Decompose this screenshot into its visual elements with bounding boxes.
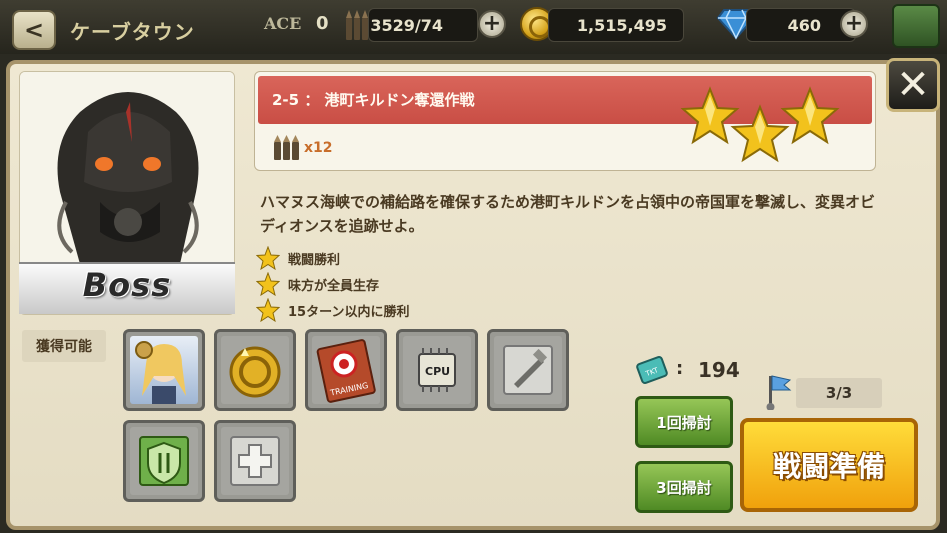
condition-text: 味方が全員生存 <box>288 278 380 294</box>
close-button[interactable]: ✕ <box>886 58 940 112</box>
boss-label: Boss <box>82 266 172 304</box>
ace-value: 0 <box>316 13 329 34</box>
condition-text: 15ターン以内に勝利 <box>288 304 410 320</box>
obtainable-label: 獲得可能 <box>22 330 106 362</box>
star-icon <box>256 272 280 296</box>
cpu-chip-icon: CPU <box>418 348 456 392</box>
gem-value: 460 <box>787 15 821 35</box>
sweep-ticket-icon: TKT <box>636 356 668 384</box>
boss-portrait <box>20 72 234 264</box>
reward-gold-coin[interactable] <box>214 329 296 411</box>
star-icon <box>256 246 280 270</box>
stage-description: ハマヌス海峡での補給路を確保するため港町キルドンを占領中の帝国軍を撃滅し、変異オ… <box>260 193 876 235</box>
reward-weapon-part[interactable] <box>487 329 569 411</box>
shield-icon <box>139 436 189 486</box>
add-ammo-button[interactable]: + <box>478 10 506 38</box>
ticket-colon: : <box>676 358 684 379</box>
ace-label: ACE <box>264 14 302 33</box>
back-button[interactable]: < <box>12 10 56 50</box>
condition-row: 味方が全員生存 <box>256 272 379 296</box>
add-gem-button[interactable]: + <box>840 10 868 38</box>
sweep-3-button[interactable]: 3回掃討 <box>635 461 733 513</box>
coin-value: 1,515,495 <box>576 15 667 35</box>
reward-training-book[interactable]: TRAINING <box>305 329 387 411</box>
chevron-left-icon: < <box>23 16 45 44</box>
ammo-cost-icon <box>274 135 299 160</box>
reward-character-card[interactable] <box>123 329 205 411</box>
supply-box-icon[interactable] <box>892 4 940 48</box>
coin-display: 1,515,495 <box>548 8 684 42</box>
star-icon <box>780 86 840 145</box>
condition-text: 戦闘勝利 <box>288 252 341 268</box>
svg-text:CPU: CPU <box>425 365 450 378</box>
battle-prepare-button[interactable]: 戦闘準備 <box>740 418 918 512</box>
weapon-part-icon <box>503 345 553 395</box>
condition-row: 15ターン以内に勝利 <box>256 298 409 322</box>
star-icon <box>256 298 280 322</box>
reward-medkit-part[interactable] <box>214 420 296 502</box>
gold-coin-icon <box>229 346 281 398</box>
medkit-icon <box>230 436 280 486</box>
close-icon: ✕ <box>896 62 930 108</box>
reward-armor-shield[interactable] <box>123 420 205 502</box>
ammo-value: 3529/74 <box>370 15 443 35</box>
ammo-display: 3529/74 <box>368 8 478 42</box>
reward-cpu-chip[interactable]: CPU <box>396 329 478 411</box>
character-portrait-icon <box>135 341 186 404</box>
sweep-1-button[interactable]: 1回掃討 <box>635 396 733 448</box>
ticket-count: 194 <box>698 358 740 382</box>
training-book-icon: TRAINING <box>316 339 376 403</box>
condition-row: 戦闘勝利 <box>256 246 340 270</box>
stage-title: 2-5 ： 港町キルドン奪還作戦 <box>272 91 475 109</box>
attempts-remaining: 3/3 <box>796 378 882 408</box>
ammo-icon <box>346 10 368 40</box>
flag-icon <box>766 375 792 410</box>
page-title: ケーブタウン <box>70 20 195 44</box>
ammo-cost: x12 <box>304 140 333 156</box>
